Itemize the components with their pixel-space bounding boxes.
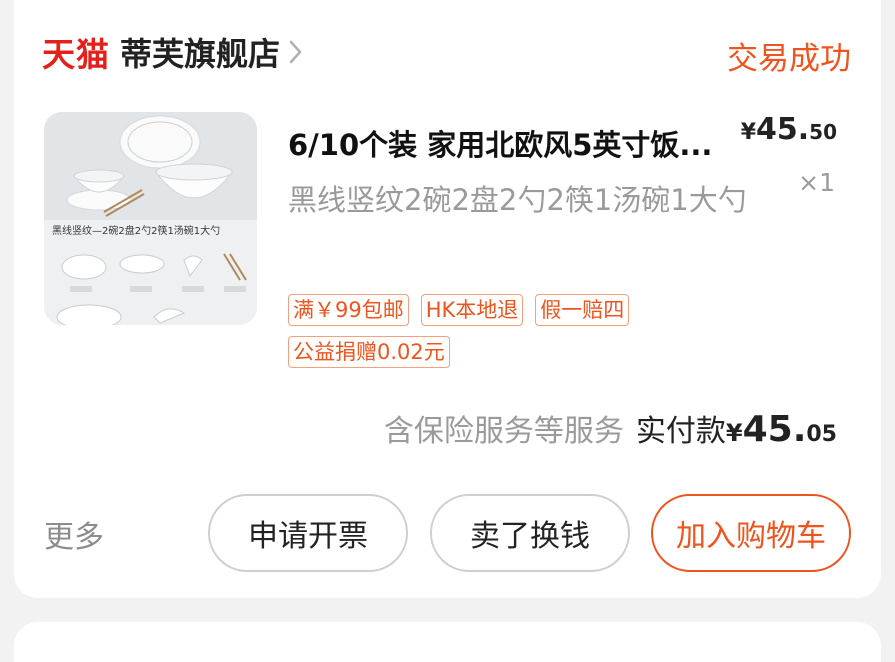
request-invoice-button[interactable]: 申请开票 — [208, 494, 408, 572]
price-decimal: 50 — [809, 120, 837, 144]
paid-currency: ¥ — [725, 419, 743, 447]
next-order-card — [14, 622, 881, 662]
tag-fake-compensation: 假一赔四 — [535, 294, 630, 326]
add-to-cart-button[interactable]: 加入购物车 — [651, 494, 851, 572]
product-image: 黑线竖纹—2碗2盘2勺2筷1汤碗1大勺 — [44, 112, 257, 325]
product-quantity: ×1 — [798, 168, 835, 197]
insurance-note: 含保险服务等服务 — [383, 414, 624, 449]
paid-integer: 45. — [742, 409, 807, 450]
price-integer: 45. — [756, 112, 810, 147]
resell-button[interactable]: 卖了换钱 — [430, 494, 630, 572]
order-card: 天猫 蒂芙旗舰店 交易成功 黑线竖纹—2碗2盘2勺2筷1汤碗1大勺 6/10个装… — [14, 0, 881, 598]
product-thumbnail[interactable]: 黑线竖纹—2碗2盘2勺2筷1汤碗1大勺 — [44, 112, 257, 325]
order-status: 交易成功 — [727, 41, 851, 77]
paid-decimal: 05 — [806, 422, 837, 447]
chevron-right-icon[interactable] — [288, 38, 304, 66]
tmall-logo: 天猫 — [42, 35, 110, 74]
paid-label: 实付款 — [635, 414, 726, 449]
tag-free-shipping: 满￥99包邮 — [288, 294, 409, 326]
payment-summary: 含保险服务等服务 实付款 ¥ 45. 05 — [384, 406, 837, 450]
product-sku: 黑线竖纹2碗2盘2勺2筷1汤碗1大勺 — [288, 183, 747, 217]
product-title[interactable]: 6/10个装 家用北欧风5英寸饭... — [288, 122, 758, 164]
shop-name[interactable]: 蒂芙旗舰店 — [120, 29, 280, 75]
tag-charity-donation: 公益捐赠0.02元 — [288, 336, 450, 368]
price-currency: ¥ — [740, 120, 756, 145]
thumbnail-caption: 黑线竖纹—2碗2盘2勺2筷1汤碗1大勺 — [52, 224, 220, 237]
more-button[interactable]: 更多 — [44, 512, 104, 556]
tag-hk-return: HK本地退 — [420, 294, 524, 326]
shop-header[interactable]: 天猫 蒂芙旗舰店 — [42, 30, 304, 74]
service-tags: 满￥99包邮 HK本地退 假一赔四 公益捐赠0.02元 — [288, 294, 708, 368]
product-price: ¥45.50 — [741, 112, 837, 147]
